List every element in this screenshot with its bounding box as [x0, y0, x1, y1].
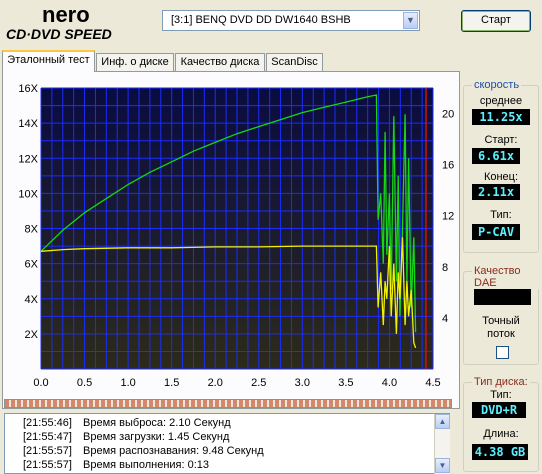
- disc-type-title: Тип диска:: [472, 376, 530, 388]
- x-tick-label: 1.5: [164, 377, 179, 389]
- tab-scandisc[interactable]: ScanDisc: [266, 53, 323, 71]
- speed-end-value: 2.11x: [472, 184, 520, 200]
- scroll-up-icon[interactable]: ▲: [435, 414, 450, 429]
- y2-tick-label: 8: [442, 262, 448, 274]
- accurate-stream-label-2: поток: [487, 328, 515, 340]
- accurate-stream-label-1: Точный: [482, 315, 520, 327]
- disc-type-value: DVD+R: [472, 402, 526, 418]
- y-tick-label: 2X: [25, 329, 39, 341]
- log-time: [21:55:46]: [23, 417, 72, 429]
- x-tick-label: 1.0: [120, 377, 135, 389]
- tab-disc-quality[interactable]: Качество диска: [175, 53, 265, 71]
- log-text: Время загрузки: 1.45 Секунд: [83, 431, 230, 443]
- speed-group-title: скорость: [472, 79, 522, 91]
- y2-tick-label: 4: [442, 313, 448, 325]
- dae-group-title: Качество DAE: [472, 265, 542, 289]
- log-time: [21:55:57]: [23, 459, 72, 471]
- logo-top-text: nero: [42, 2, 90, 27]
- x-tick-label: 0.5: [77, 377, 92, 389]
- x-tick-label: 0.0: [33, 377, 48, 389]
- y-tick-label: 14X: [18, 118, 38, 130]
- accurate-stream-checkbox[interactable]: [496, 346, 509, 359]
- progress-bar: [4, 399, 452, 408]
- logo-bottom-text: CD·DVD SPEED: [6, 26, 112, 42]
- speed-end-label: Конец:: [483, 171, 519, 183]
- y-tick-label: 12X: [18, 153, 38, 165]
- speed-start-label: Старт:: [484, 134, 518, 146]
- x-tick-label: 2.5: [251, 377, 266, 389]
- tab-disc-info[interactable]: Инф. о диске: [96, 53, 174, 71]
- disc-length-label: Длина:: [483, 428, 519, 440]
- x-tick-label: 3.0: [295, 377, 310, 389]
- y-tick-label: 10X: [18, 188, 38, 200]
- y-tick-label: 8X: [25, 224, 39, 236]
- log-panel: [21:55:46] Время выброса: 2.10 Секунд [21…: [4, 413, 450, 474]
- dae-quality-box: [474, 289, 531, 305]
- log-row: [21:55:57] Время выполнения: 0:13: [23, 459, 209, 471]
- y-tick-label: 6X: [25, 259, 39, 271]
- log-row: [21:55:47] Время загрузки: 1.45 Секунд: [23, 431, 229, 443]
- speed-type-label: Тип:: [490, 209, 512, 221]
- disc-type-label: Тип:: [490, 389, 512, 401]
- x-tick-label: 2.0: [208, 377, 223, 389]
- speed-average-label: среднее: [479, 95, 523, 107]
- y2-tick-label: 12: [442, 211, 454, 223]
- disc-length-value: 4.38 GB: [472, 444, 528, 460]
- drive-select-value: [3:1] BENQ DVD DD DW1640 BSHB: [171, 14, 351, 26]
- log-scrollbar[interactable]: ▲ ▼: [434, 414, 450, 474]
- y-tick-label: 16X: [18, 83, 38, 95]
- nero-logo: nero CD·DVD SPEED: [6, 2, 112, 42]
- y-tick-label: 4X: [25, 294, 39, 306]
- chevron-down-icon[interactable]: ▼: [403, 12, 418, 29]
- scroll-down-icon[interactable]: ▼: [435, 458, 450, 473]
- start-button[interactable]: Старт: [461, 10, 531, 32]
- benchmark-chart: 0.0 0.5 1.0 1.5 2.0 2.5 3.0 3.5 4.0 4.5 2X 4X 6X 8X 10…: [18, 83, 454, 389]
- x-tick-label: 4.5: [425, 377, 440, 389]
- log-row: [21:55:57] Время распознавания: 9.48 Секу…: [23, 445, 264, 457]
- tab-benchmark[interactable]: Эталонный тест: [2, 50, 95, 72]
- log-text: Время распознавания: 9.48 Секунд: [83, 445, 264, 457]
- x-tick-label: 3.5: [338, 377, 353, 389]
- speed-type-value: P-CAV: [472, 224, 520, 240]
- log-text: Время выполнения: 0:13: [83, 459, 210, 471]
- drive-select[interactable]: [3:1] BENQ DVD DD DW1640 BSHB ▼: [162, 10, 420, 31]
- log-row: [21:55:46] Время выброса: 2.10 Секунд: [23, 417, 231, 429]
- speed-start-value: 6.61x: [472, 148, 520, 164]
- x-tick-label: 4.0: [382, 377, 397, 389]
- log-time: [21:55:47]: [23, 431, 72, 443]
- log-text: Время выброса: 2.10 Секунд: [83, 417, 231, 429]
- y2-tick-label: 16: [442, 160, 454, 172]
- speed-average-value: 11.25x: [472, 109, 530, 125]
- y2-tick-label: 20: [442, 109, 454, 121]
- log-time: [21:55:57]: [23, 445, 72, 457]
